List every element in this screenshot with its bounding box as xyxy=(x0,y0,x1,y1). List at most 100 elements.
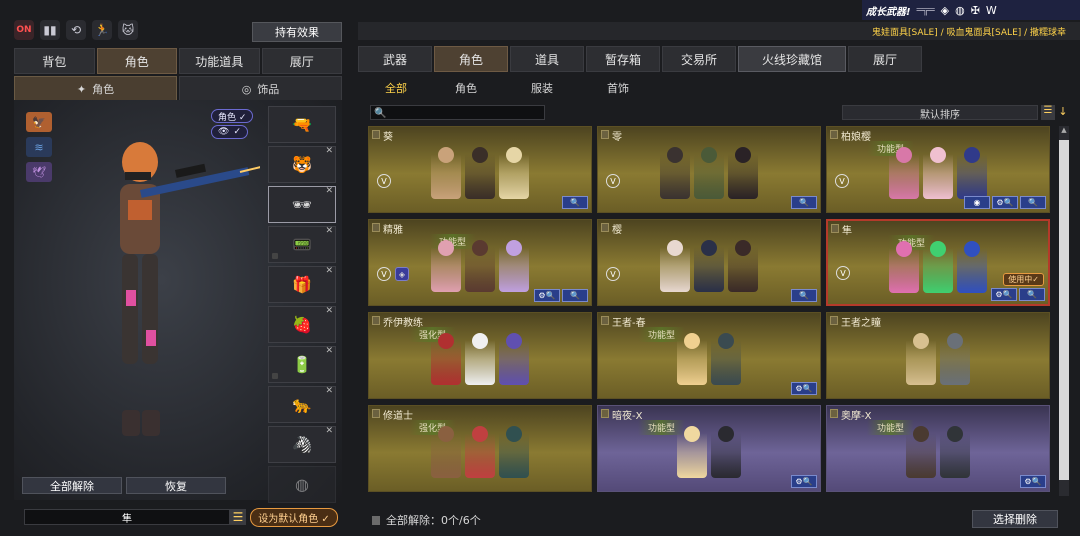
character-card[interactable]: 隼功能型V使用中✓⚙🔍🔍 xyxy=(826,219,1050,306)
tab-items[interactable]: 道具 xyxy=(510,46,584,72)
slot-waist[interactable]: 🔋 ✕ xyxy=(268,346,336,383)
in-use-badge[interactable]: 使用中✓ xyxy=(1003,273,1044,286)
character-card[interactable]: 王者之瞳 xyxy=(826,312,1050,399)
role-toggle-pill[interactable]: 角色 ✓ xyxy=(211,109,254,123)
character-name-field[interactable]: 隼 xyxy=(24,509,230,525)
pet-icon[interactable]: 🐱 xyxy=(118,20,138,40)
card-figures xyxy=(431,329,529,385)
detail-search-icon[interactable]: ⚙🔍 xyxy=(991,288,1017,301)
character-card[interactable]: 修道士强化型 xyxy=(368,405,592,492)
preview-icon[interactable]: 🔍 xyxy=(1020,196,1046,209)
list-icon[interactable]: ☰ xyxy=(230,509,246,525)
tab-functional-items[interactable]: 功能道具 xyxy=(179,48,260,74)
figure-head xyxy=(472,147,488,163)
sort-dropdown[interactable]: 默认排序 xyxy=(842,105,1038,121)
character-card[interactable]: 樱 V 🔍 xyxy=(597,219,821,306)
character-card[interactable]: 零 V 🔍 xyxy=(597,126,821,213)
character-card[interactable]: 暗夜-X 功能型 ⚙🔍 xyxy=(597,405,821,492)
power-toggle-icon[interactable]: ON xyxy=(14,20,34,40)
subtab-jewelry[interactable]: 首饰 xyxy=(580,80,656,96)
slot-weapon[interactable]: 🔫 xyxy=(268,106,336,143)
subtab-roles[interactable]: 角色 xyxy=(428,80,504,96)
detail-search-icon[interactable]: ⚙🔍 xyxy=(1020,475,1046,488)
swap-icon[interactable]: ⟲ xyxy=(66,20,86,40)
character-card[interactable]: 葵 V 🔍 xyxy=(368,126,592,213)
character-card[interactable]: 乔伊教练强化型 xyxy=(368,312,592,399)
tab-character[interactable]: 角色 xyxy=(96,48,177,74)
owned-effects-button[interactable]: 持有效果 xyxy=(252,22,342,42)
tab-characters[interactable]: 角色 xyxy=(434,46,508,72)
card-name: 隼 xyxy=(842,226,852,237)
chart-icon[interactable]: ▮▮ xyxy=(40,20,60,40)
slot-head[interactable]: 🐯 ✕ xyxy=(268,146,336,183)
unequip-count-text: 全部解除：0个/6个 xyxy=(386,514,481,527)
set-default-character-button[interactable]: 设为默认角色 ✓ xyxy=(250,508,338,527)
slot-eyewear[interactable]: 🕶 ✕ xyxy=(268,186,336,223)
tab-showroom[interactable]: 展厅 xyxy=(261,48,342,74)
slot-device[interactable]: 📟 ✕ xyxy=(268,226,336,263)
search-input[interactable]: 🔍 xyxy=(370,105,545,120)
detail-search-icon[interactable]: ⚙🔍 xyxy=(791,475,817,488)
globe-icon[interactable]: ◍ xyxy=(955,4,965,17)
remove-icon[interactable]: ✕ xyxy=(325,226,333,236)
subtab-accessory[interactable]: ◎ 饰品 xyxy=(179,76,342,102)
slot-charm[interactable]: 🍓 ✕ xyxy=(268,306,336,343)
list-view-icon[interactable]: ☰ xyxy=(1041,105,1055,120)
remove-icon[interactable]: ✕ xyxy=(325,426,333,436)
preview-icon[interactable]: 🔍 xyxy=(562,196,588,209)
runner-icon[interactable]: 🏃 xyxy=(92,20,112,40)
card-figures xyxy=(889,143,987,199)
remove-icon[interactable]: ✕ xyxy=(325,386,333,396)
detail-search-icon[interactable]: ⚙🔍 xyxy=(791,382,817,395)
remove-icon[interactable]: ✕ xyxy=(325,306,333,316)
eye-toggle-pill[interactable]: 👁 ✓ xyxy=(211,125,248,139)
compass-icon[interactable]: ◉ xyxy=(964,196,990,209)
detail-search-icon[interactable]: ⚙🔍 xyxy=(534,289,560,302)
preview-icon[interactable]: 🔍 xyxy=(1019,288,1045,301)
preview-icon[interactable]: 🔍 xyxy=(791,289,817,302)
preview-icon[interactable]: 🔍 xyxy=(562,289,588,302)
subtab-all[interactable]: 全部 xyxy=(364,80,428,96)
tab-showroom-right[interactable]: 展厅 xyxy=(848,46,922,72)
flag-icon xyxy=(601,130,609,139)
cross-icon[interactable]: ✠ xyxy=(971,4,980,17)
sort-arrow-icon[interactable]: ↓ xyxy=(1057,105,1069,120)
unequip-all-button[interactable]: 全部解除 xyxy=(22,477,122,494)
tab-storage[interactable]: 暂存箱 xyxy=(586,46,660,72)
remove-icon[interactable]: ✕ xyxy=(325,186,333,196)
character-figure xyxy=(923,143,953,199)
tab-collection-hall[interactable]: 火线珍藏馆 xyxy=(738,46,846,72)
remove-icon[interactable]: ✕ xyxy=(325,266,333,276)
w-logo-icon[interactable]: W xyxy=(986,4,997,17)
subtab-character[interactable]: ✦ 角色 xyxy=(14,76,177,102)
slot-pet[interactable]: 🐆 ✕ xyxy=(268,386,336,423)
scroll-up-icon[interactable]: ▲ xyxy=(1059,126,1069,134)
eagle-icon[interactable]: 🦅 xyxy=(26,112,52,132)
slot-pet-2[interactable]: 🦓 ✕ xyxy=(268,426,336,463)
character-card[interactable]: 奥摩-X 功能型 ⚙🔍 xyxy=(826,405,1050,492)
scrollbar-track[interactable]: ▲ xyxy=(1059,126,1069,496)
subtab-clothing[interactable]: 服装 xyxy=(504,80,580,96)
scrollbar-thumb[interactable] xyxy=(1059,140,1069,480)
tab-exchange[interactable]: 交易所 xyxy=(662,46,736,72)
wings-icon[interactable]: ≋ xyxy=(26,137,52,157)
emblem-icon[interactable]: ◈ xyxy=(941,4,949,17)
remove-icon[interactable]: ✕ xyxy=(325,346,333,356)
character-card[interactable]: 柏娘樱功能型V◉⚙🔍🔍 xyxy=(826,126,1050,213)
preview-icon[interactable]: 🔍 xyxy=(791,196,817,209)
slot-empty[interactable]: ◍ xyxy=(268,466,336,503)
top-banner[interactable]: 成长武器! ═╦═ ◈ ◍ ✠ W xyxy=(862,0,1080,20)
character-card[interactable]: 王者-春 功能型 ⚙🔍 xyxy=(597,312,821,399)
restore-button[interactable]: 恢复 xyxy=(126,477,226,494)
character-figure xyxy=(711,422,741,478)
character-card[interactable]: 精雅功能型V◈⚙🔍🔍 xyxy=(368,219,592,306)
remove-icon[interactable]: ✕ xyxy=(325,146,333,156)
select-delete-button[interactable]: 选择删除 xyxy=(972,510,1058,528)
tab-backpack[interactable]: 背包 xyxy=(14,48,95,74)
detail-search-icon[interactable]: ⚙🔍 xyxy=(992,196,1018,209)
tab-weapons[interactable]: 武器 xyxy=(358,46,432,72)
bird-icon[interactable]: 🕊 xyxy=(26,162,52,182)
card-name: 王者之瞳 xyxy=(841,318,881,329)
flag-icon xyxy=(372,223,380,232)
slot-back[interactable]: 🎁 ✕ xyxy=(268,266,336,303)
